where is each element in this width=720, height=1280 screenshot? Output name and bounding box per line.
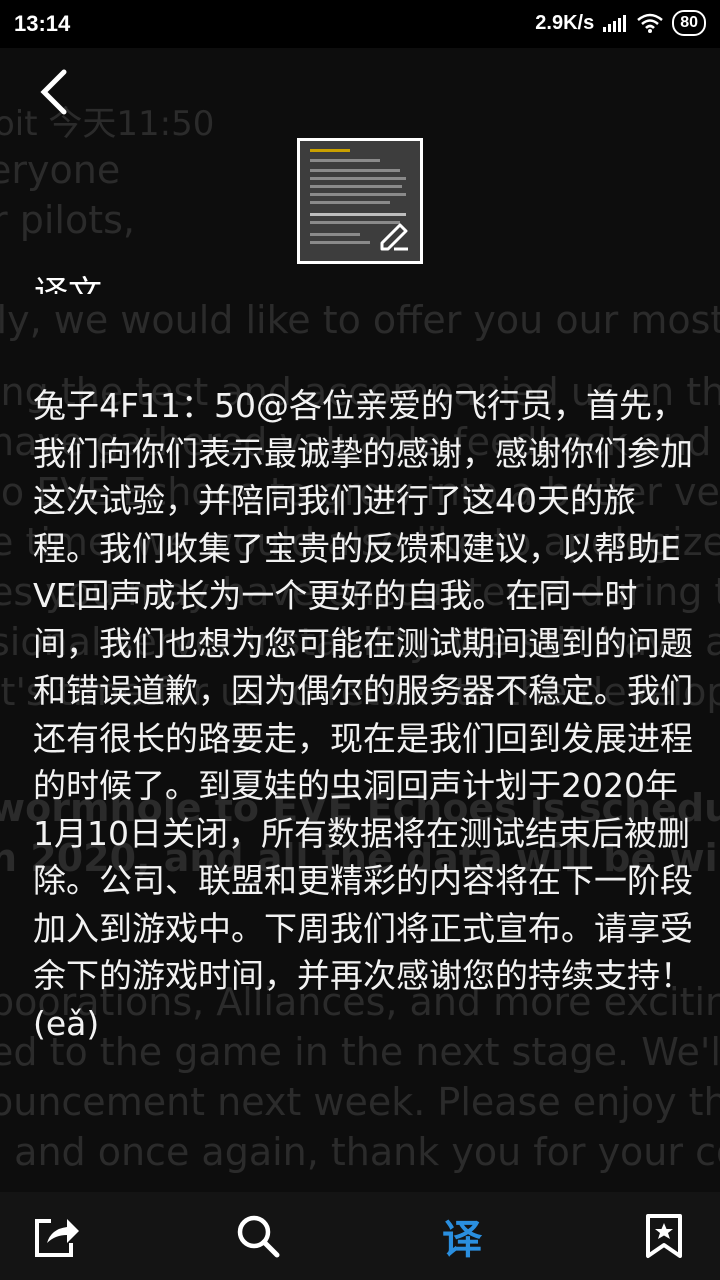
status-bar: 13:14 2.9K/s 80 xyxy=(0,0,720,48)
translate-label: 译 xyxy=(442,1217,482,1263)
edit-icon[interactable] xyxy=(378,219,412,253)
bookmark-button[interactable] xyxy=(634,1206,694,1266)
thumb-text-line xyxy=(310,159,380,162)
thumb-text-line xyxy=(310,193,406,196)
search-button[interactable] xyxy=(228,1206,288,1266)
bottom-toolbar: 译 xyxy=(0,1192,720,1280)
thumb-text-line xyxy=(310,241,370,244)
bookmark-icon xyxy=(646,1214,682,1258)
share-button[interactable] xyxy=(26,1206,86,1266)
bg-line: eryone xyxy=(0,148,121,192)
translation-heading: 译文 xyxy=(34,274,102,294)
status-indicators: 2.9K/s 80 xyxy=(535,10,706,36)
thumb-text-line xyxy=(310,201,390,204)
status-time: 13:14 xyxy=(14,11,71,36)
thumb-text-line xyxy=(310,169,400,172)
wifi-icon xyxy=(637,13,664,33)
bg-line: r pilots, xyxy=(0,198,135,242)
bg-line: , and once again, thank you for your con… xyxy=(0,1130,720,1174)
thumb-text-line xyxy=(310,149,350,152)
back-button[interactable] xyxy=(30,62,90,122)
bg-line: ouncement next week. Please enjoy the re… xyxy=(0,1080,720,1124)
chevron-left-icon xyxy=(40,69,67,115)
signal-icon xyxy=(603,15,627,32)
thumb-text-line xyxy=(310,177,406,180)
network-speed: 2.9K/s xyxy=(535,11,595,34)
thumb-text-line xyxy=(310,233,360,236)
translate-button[interactable]: 译 xyxy=(432,1206,492,1266)
search-icon xyxy=(237,1215,280,1258)
bg-line: lly, we would like to offer you our most… xyxy=(0,298,720,342)
translation-text: 兔子4F11：50@各位亲爱的飞行员，首先，我们向你们表示最诚挚的感谢，感谢你们… xyxy=(33,386,693,1043)
thumb-text-line xyxy=(310,213,406,216)
share-icon xyxy=(35,1219,79,1257)
battery-indicator: 80 xyxy=(672,10,706,36)
thumb-text-line xyxy=(310,185,402,188)
source-image-thumbnail[interactable] xyxy=(297,138,423,264)
